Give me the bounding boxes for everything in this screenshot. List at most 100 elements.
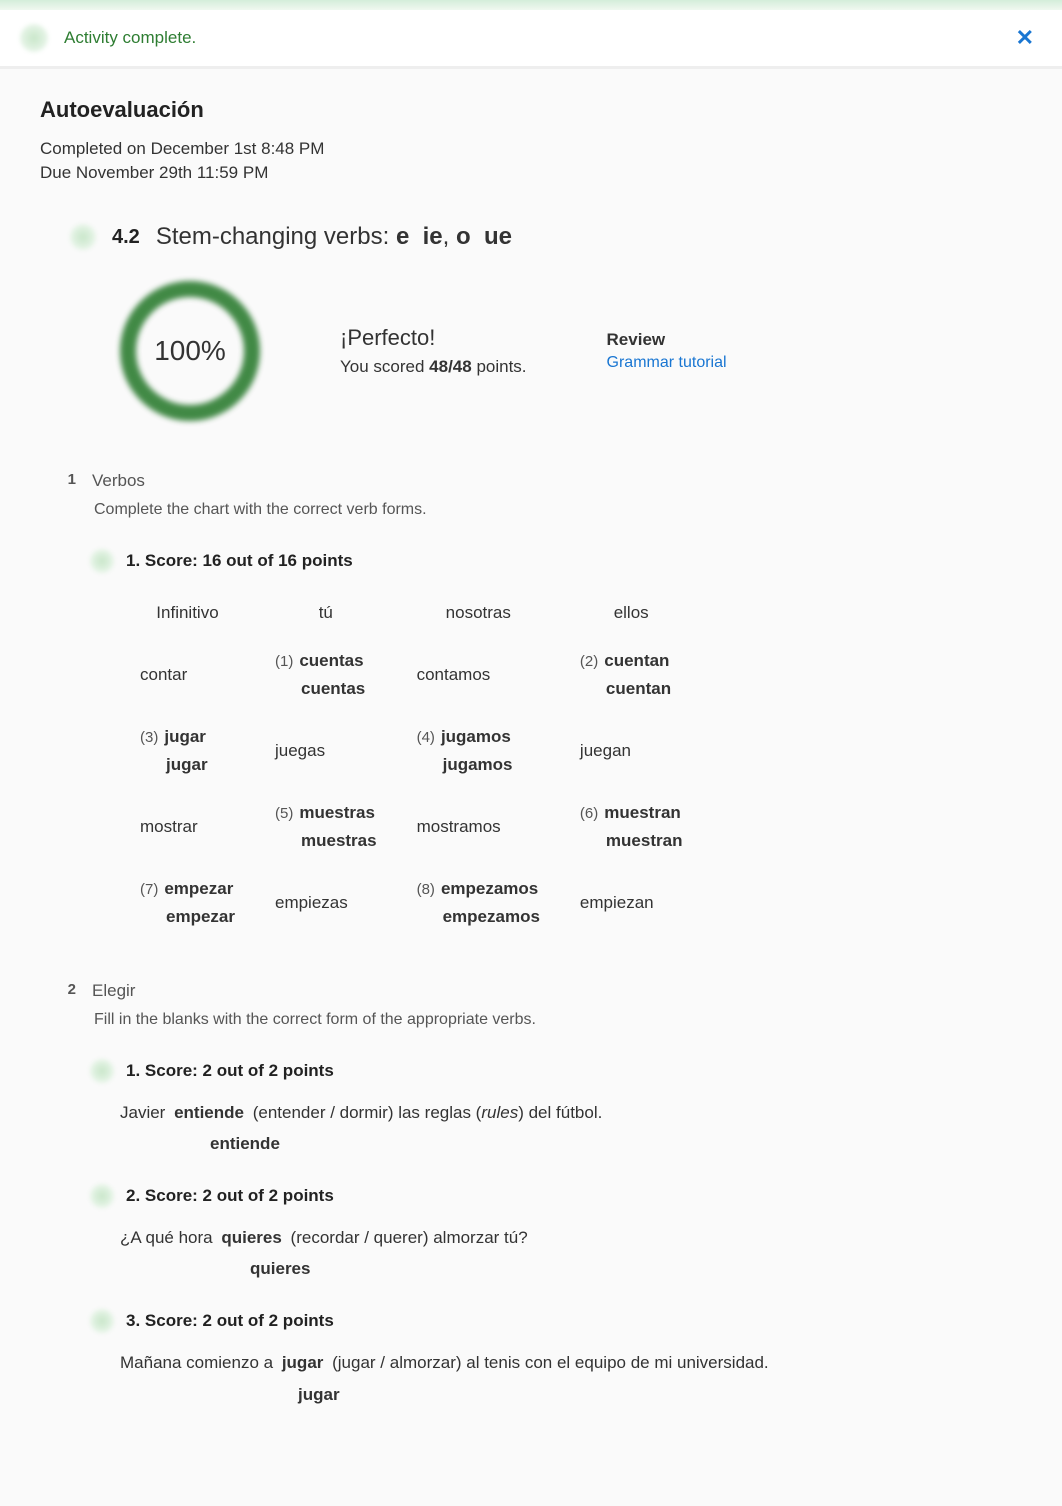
table-cell: (7)empezarempezar <box>120 865 255 941</box>
section-2-num: 2 <box>60 981 76 998</box>
score-sub-suffix: points. <box>472 357 527 376</box>
page-title: Autoevaluación <box>40 97 1022 123</box>
table-cell: mostramos <box>397 789 560 865</box>
table-cell: (3)jugarjugar <box>120 713 255 789</box>
section-1-title: Verbos <box>92 471 145 491</box>
correct-answer: empezar <box>140 907 235 927</box>
score-sub-prefix: You scored <box>340 357 429 376</box>
table-header: ellos <box>560 589 703 637</box>
correct-icon <box>90 1309 114 1333</box>
user-answer: empezamos <box>441 879 538 898</box>
question-label: 1. Score: 2 out of 2 points <box>126 1061 334 1081</box>
lesson-ie: ie <box>423 223 443 250</box>
table-cell: (8) empezamos empezamos <box>397 865 560 941</box>
completed-date: Completed on December 1st 8:48 PM <box>40 139 1022 159</box>
fill-sentence: ¿A qué hora quieres (recordar / querer) … <box>120 1224 1022 1251</box>
verb-table: Infinitivotúnosotrasellos contar (1) cuent… <box>120 589 702 941</box>
user-answer: empezar <box>164 879 233 898</box>
table-row: mostrar (5) muestras muestras mostramos (6) mu… <box>120 789 702 865</box>
correct-icon <box>90 1184 114 1208</box>
section-2: 2 Elegir Fill in the blanks with the cor… <box>60 981 1022 1405</box>
table-header: Infinitivo <box>120 589 255 637</box>
correct-icon <box>90 1059 114 1083</box>
table-cell: (2) cuentan cuentan <box>560 637 703 713</box>
user-answer: quieres <box>221 1228 281 1247</box>
completion-banner: Activity complete. ✕ <box>0 10 1062 69</box>
answer-number: (1) <box>275 653 293 670</box>
sentence-pre: ¿A qué hora <box>120 1228 217 1247</box>
score-percent: 100% <box>154 335 226 367</box>
correct-answer: jugar <box>298 1385 1022 1405</box>
sentence-post: (recordar / querer) almorzar tú? <box>286 1228 528 1247</box>
sentence-post: (entender / dormir) las reglas ( <box>248 1103 481 1122</box>
review-header: Review <box>607 330 727 350</box>
q1-label: 1. Score: 16 out of 16 points <box>126 551 353 571</box>
table-cell: contamos <box>397 637 560 713</box>
lesson-e: e <box>396 223 409 250</box>
section-2-question: 3. Score: 2 out of 2 points Mañana comien… <box>90 1309 1022 1404</box>
table-cell: empiezan <box>560 865 703 941</box>
lesson-o: o <box>456 223 471 250</box>
sentence-italic: rules <box>481 1103 518 1122</box>
sentence-pre: Mañana comienzo a <box>120 1353 278 1372</box>
correct-answer: empezamos <box>417 907 540 927</box>
score-summary: 100% ¡Perfecto! You scored 48/48 points.… <box>120 281 1022 421</box>
section-2-instr: Fill in the blanks with the correct form… <box>94 1011 1022 1029</box>
table-cell: empiezas <box>255 865 397 941</box>
grammar-tutorial-link[interactable]: Grammar tutorial <box>607 354 727 371</box>
table-cell: juegan <box>560 713 703 789</box>
correct-answer: muestran <box>580 831 683 851</box>
sentence-pre: Javier <box>120 1103 170 1122</box>
user-answer: jugamos <box>441 727 511 746</box>
score-circle: 100% <box>120 281 260 421</box>
answer-number: (6) <box>580 805 598 822</box>
lesson-header: 4.2 Stem-changing verbs: e ie, o ue <box>70 223 1022 251</box>
answer-number: (8) <box>417 881 435 898</box>
section-1-instr: Complete the chart with the correct verb… <box>94 501 1022 519</box>
question-label: 2. Score: 2 out of 2 points <box>126 1186 334 1206</box>
table-row: (7)empezarempezarempiezas(8)empezamosemp… <box>120 865 702 941</box>
correct-answer: muestras <box>275 831 377 851</box>
correct-answer: cuentan <box>580 679 683 699</box>
answer-number: (2) <box>580 653 598 670</box>
lesson-sep: , <box>443 223 456 250</box>
correct-answer: entiende <box>210 1134 1022 1154</box>
user-answer: jugar <box>164 727 206 746</box>
table-header: nosotras <box>397 589 560 637</box>
answer-number: (4) <box>417 729 435 746</box>
lesson-number: 4.2 <box>112 226 140 249</box>
table-header: tú <box>255 589 397 637</box>
user-answer: jugar <box>282 1353 324 1372</box>
score-sub: You scored 48/48 points. <box>340 357 527 377</box>
correct-answer: quieres <box>250 1259 1022 1279</box>
table-cell: juegas <box>255 713 397 789</box>
user-answer: muestras <box>299 803 375 822</box>
table-cell: (5) muestras muestras <box>255 789 397 865</box>
answer-number: (3) <box>140 729 158 746</box>
sentence-post: (jugar / almorzar) al tenis con el equip… <box>327 1353 768 1372</box>
check-icon <box>20 24 48 52</box>
close-icon[interactable]: ✕ <box>1008 25 1042 51</box>
lesson-title-prefix: Stem-changing verbs: <box>156 223 396 250</box>
score-points: 48/48 <box>429 357 472 376</box>
question-label: 3. Score: 2 out of 2 points <box>126 1311 334 1331</box>
fill-sentence: Mañana comienzo a jugar (jugar / almorza… <box>120 1349 1022 1376</box>
table-cell: mostrar <box>120 789 255 865</box>
top-accent <box>0 0 1062 10</box>
lesson-badge-icon <box>70 224 96 250</box>
user-answer: cuentan <box>604 651 669 670</box>
sentence-post2: ) del fútbol. <box>518 1103 602 1122</box>
fill-sentence: Javier entiende (entender / dormir) las … <box>120 1099 1022 1126</box>
correct-answer: jugamos <box>417 755 540 775</box>
answer-number: (5) <box>275 805 293 822</box>
table-cell: contar <box>120 637 255 713</box>
section-2-title: Elegir <box>92 981 135 1001</box>
due-date: Due November 29th 11:59 PM <box>40 163 1022 183</box>
section-2-question: 1. Score: 2 out of 2 points Javier entien… <box>90 1059 1022 1154</box>
lesson-ue: ue <box>484 223 512 250</box>
table-row: (3)jugarjugarjuegas(4)jugamosjugamosjueg… <box>120 713 702 789</box>
correct-icon <box>90 549 114 573</box>
section-2-question: 2. Score: 2 out of 2 points ¿A qué hora q… <box>90 1184 1022 1279</box>
section-1: 1 Verbos Complete the chart with the cor… <box>60 471 1022 941</box>
user-answer: muestran <box>604 803 681 822</box>
